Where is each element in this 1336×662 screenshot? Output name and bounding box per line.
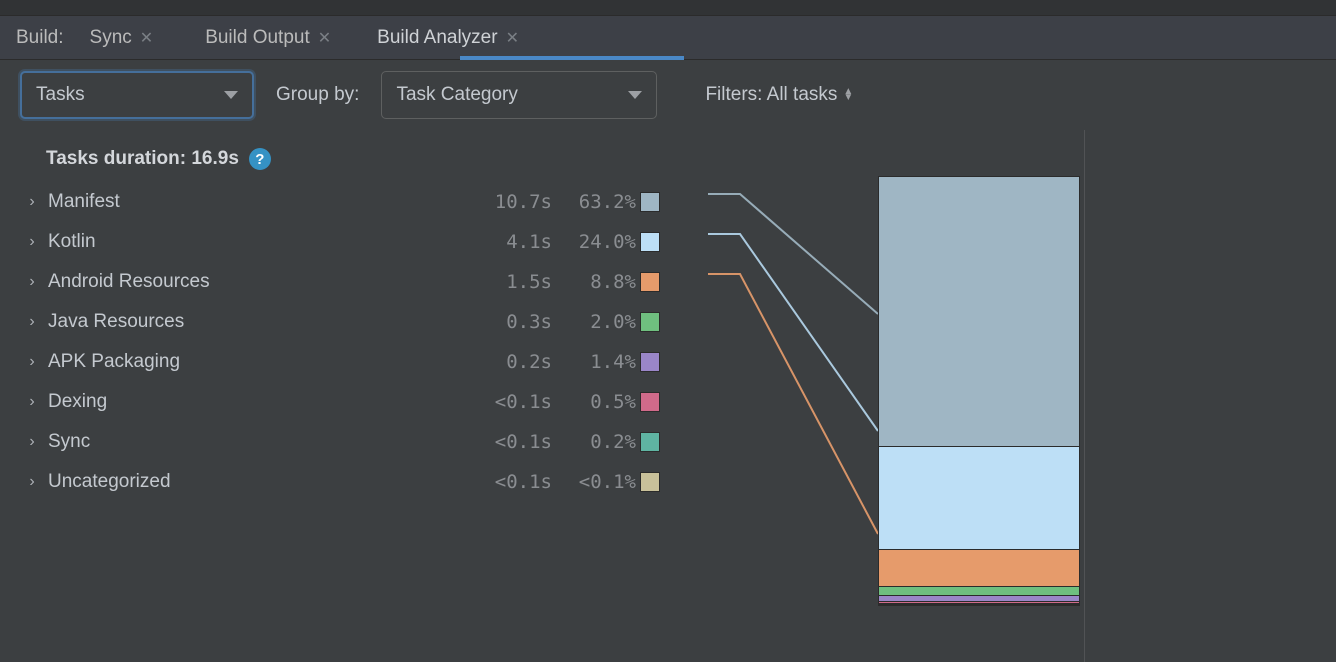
color-swatch (640, 312, 660, 332)
category-percent: 24.0% (556, 231, 636, 253)
tab-sync[interactable]: Sync ✕ (80, 23, 164, 53)
close-icon[interactable]: ✕ (506, 28, 519, 48)
chevron-right-icon[interactable]: › (20, 473, 44, 491)
header-duration: 16.9s (191, 148, 239, 169)
chevron-down-icon (224, 91, 238, 99)
active-tab-indicator (460, 56, 684, 60)
category-label[interactable]: Dexing (48, 391, 428, 413)
stacked-bar-chart (878, 176, 1080, 606)
tab-label: Build Analyzer (377, 27, 497, 49)
tab-label: Build Output (205, 27, 310, 49)
close-icon[interactable]: ✕ (318, 28, 331, 48)
chart-segment[interactable] (879, 605, 1079, 606)
color-swatch (640, 232, 660, 252)
sort-icon: ▲▼ (843, 89, 853, 101)
category-duration: 1.5s (432, 271, 552, 293)
chevron-right-icon[interactable]: › (20, 193, 44, 211)
category-label[interactable]: Sync (48, 431, 428, 453)
category-duration: 10.7s (432, 191, 552, 213)
chart-segment[interactable] (879, 447, 1079, 550)
tasks-pane: Tasks duration: 16.9s ? ›Manifest10.7s63… (0, 130, 1085, 662)
category-duration: 0.2s (432, 351, 552, 373)
details-pane (1085, 130, 1336, 662)
chevron-right-icon[interactable]: › (20, 313, 44, 331)
color-swatch (640, 392, 660, 412)
color-swatch (640, 192, 660, 212)
category-duration: 4.1s (432, 231, 552, 253)
category-percent: 0.5% (556, 391, 636, 413)
analyzer-content: Tasks duration: 16.9s ? ›Manifest10.7s63… (0, 130, 1336, 662)
category-duration: <0.1s (432, 471, 552, 493)
category-label[interactable]: Java Resources (48, 311, 428, 333)
tab-build-analyzer[interactable]: Build Analyzer ✕ (367, 23, 529, 53)
filters-label: Filters: All tasks (705, 84, 837, 106)
group-by-label: Group by: (276, 84, 359, 106)
tab-build-output[interactable]: Build Output ✕ (195, 23, 341, 53)
category-percent: 63.2% (556, 191, 636, 213)
category-duration: 0.3s (432, 311, 552, 333)
chevron-right-icon[interactable]: › (20, 433, 44, 451)
chevron-right-icon[interactable]: › (20, 273, 44, 291)
chart-segment[interactable] (879, 587, 1079, 596)
chevron-right-icon[interactable]: › (20, 393, 44, 411)
color-swatch (640, 432, 660, 452)
chevron-right-icon[interactable]: › (20, 233, 44, 251)
category-duration: <0.1s (432, 431, 552, 453)
view-dropdown[interactable]: Tasks (20, 71, 254, 119)
filters-dropdown[interactable]: Filters: All tasks ▲▼ (705, 84, 853, 106)
category-label[interactable]: Uncategorized (48, 471, 428, 493)
close-icon[interactable]: ✕ (140, 28, 153, 48)
chevron-down-icon (628, 91, 642, 99)
chart-segment[interactable] (879, 550, 1079, 588)
tasks-duration-header: Tasks duration: 16.9s ? (46, 148, 1084, 170)
build-tabbar: Build: Sync ✕ Build Output ✕ Build Analy… (0, 16, 1336, 60)
tabbar-title: Build: (16, 27, 64, 49)
header-prefix: Tasks duration: (46, 148, 191, 169)
category-label[interactable]: Manifest (48, 191, 428, 213)
category-percent: 0.2% (556, 431, 636, 453)
group-by-dropdown[interactable]: Task Category (381, 71, 657, 119)
tab-label: Sync (90, 27, 132, 49)
color-swatch (640, 472, 660, 492)
dropdown-label: Task Category (396, 84, 517, 106)
category-percent: 1.4% (556, 351, 636, 373)
color-swatch (640, 272, 660, 292)
category-percent: 8.8% (556, 271, 636, 293)
category-percent: 2.0% (556, 311, 636, 333)
title-bar-fragment (0, 0, 1336, 16)
chevron-right-icon[interactable]: › (20, 353, 44, 371)
help-icon[interactable]: ? (249, 148, 271, 170)
category-label[interactable]: Android Resources (48, 271, 428, 293)
analyzer-toolbar: Tasks Group by: Task Category Filters: A… (0, 60, 1336, 130)
category-label[interactable]: Kotlin (48, 231, 428, 253)
color-swatch (640, 352, 660, 372)
chart-segment[interactable] (879, 177, 1079, 447)
category-percent: <0.1% (556, 471, 636, 493)
category-duration: <0.1s (432, 391, 552, 413)
category-label[interactable]: APK Packaging (48, 351, 428, 373)
dropdown-label: Tasks (36, 84, 85, 106)
